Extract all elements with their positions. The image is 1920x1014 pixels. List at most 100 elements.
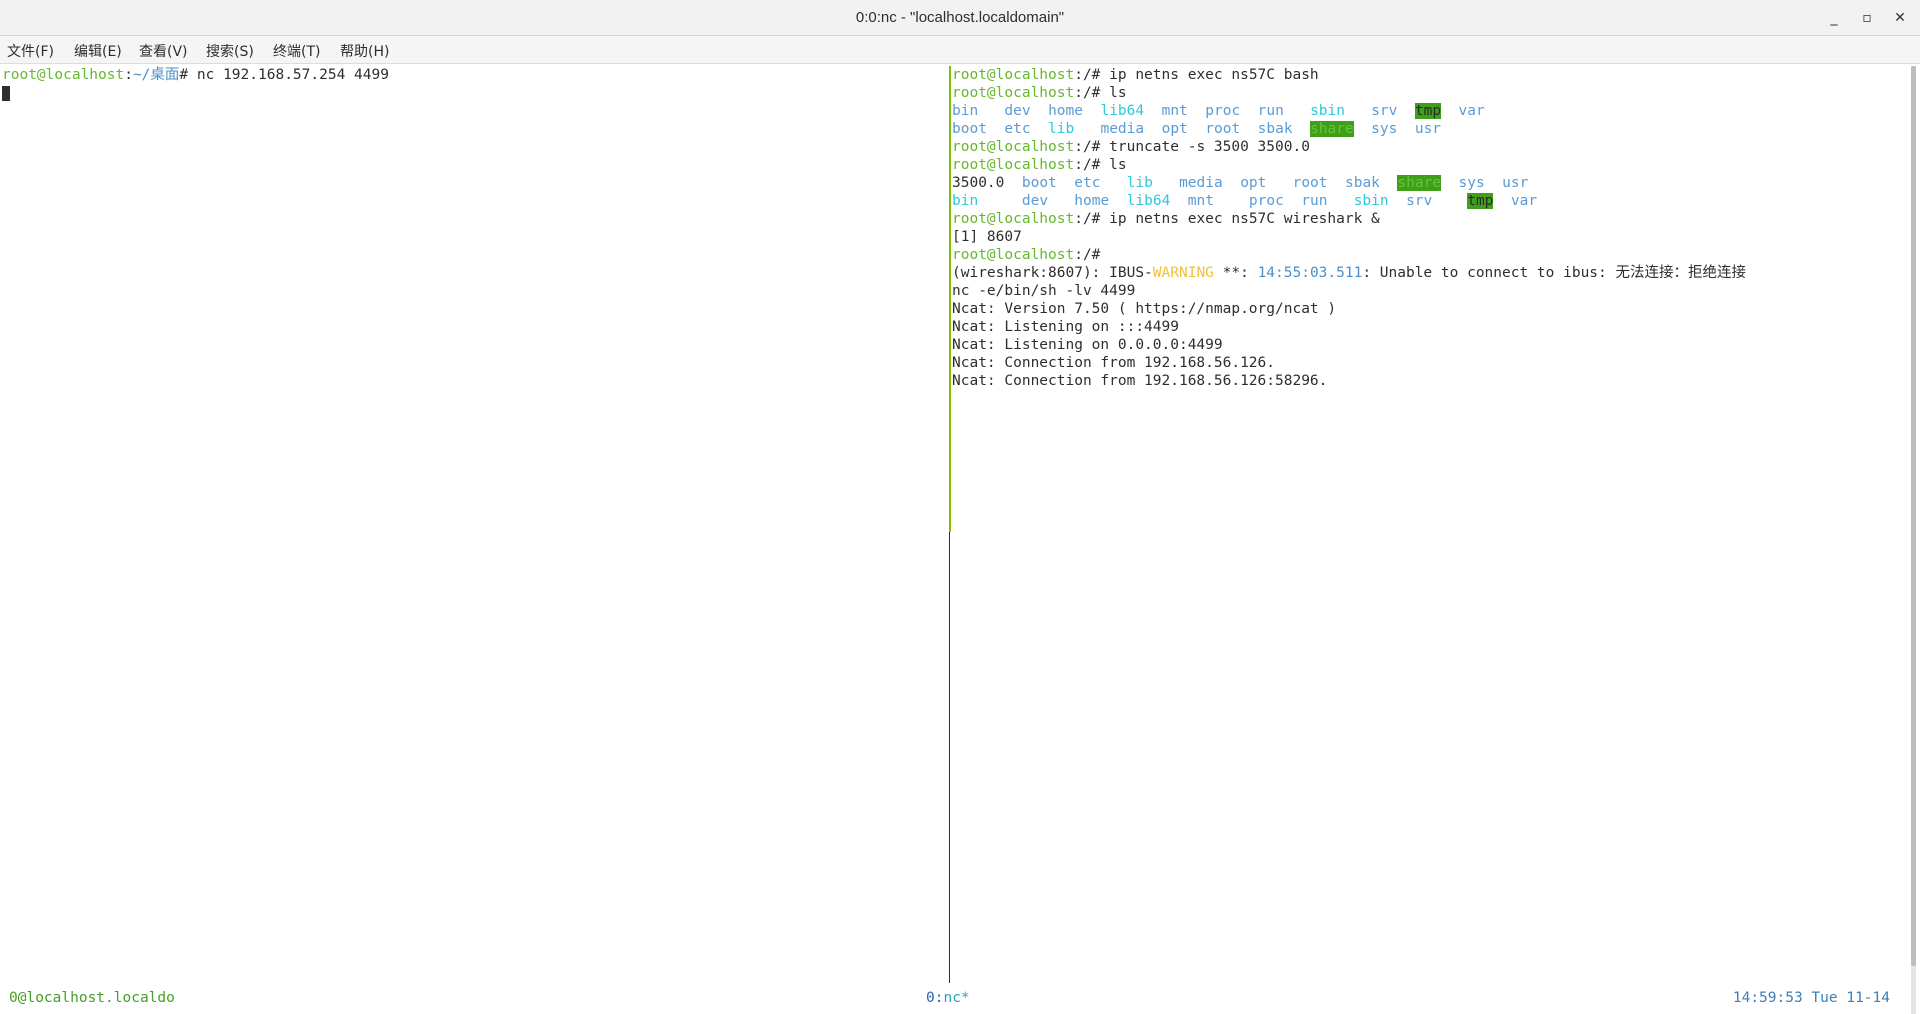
prompt-path: :/#	[1074, 139, 1110, 155]
ls-output-line: 3500.0 boot etc lib media opt root sbak …	[952, 174, 1528, 192]
dir-entry: etc	[1074, 175, 1101, 191]
job-line: [1] 8607	[952, 229, 1022, 245]
dir-entry: sbak	[1257, 121, 1293, 137]
dir-entry: lib	[1126, 175, 1153, 191]
dir-entry: boot	[1021, 175, 1057, 191]
menu-file[interactable]: 文件(F)	[7, 41, 54, 61]
menu-view[interactable]: 查看(V)	[139, 41, 188, 61]
dir-entry: sbak	[1344, 175, 1380, 191]
dir-entry: bin	[952, 193, 979, 209]
command-text: truncate -s 3500 3500.0	[1109, 139, 1310, 155]
dir-entry: sys	[1458, 175, 1485, 191]
command-text: ls	[1109, 85, 1127, 101]
warning-line: (wireshark:8607): IBUS-WARNING **: 14:55…	[952, 264, 1746, 282]
prompt-user: root@localhost	[952, 85, 1075, 101]
dir-entry: etc	[1004, 121, 1031, 137]
ncat-output-line: Ncat: Connection from 192.168.56.126.	[952, 355, 1276, 371]
close-icon[interactable]: ✕	[1888, 7, 1912, 29]
dir-entry: mnt	[1161, 103, 1188, 119]
dir-entry-highlighted: share	[1310, 121, 1354, 137]
file-entry: 3500.0	[952, 175, 1005, 191]
dir-entry: sbin	[1310, 103, 1345, 119]
prompt-path: ~/桌面	[132, 67, 180, 83]
dir-entry: run	[1257, 103, 1284, 119]
ncat-output-line: Ncat: Listening on 0.0.0.0:4499	[952, 337, 1223, 353]
terminal-cursor	[2, 85, 10, 101]
prompt-path: :/#	[1074, 247, 1110, 263]
ncat-output-line: Ncat: Version 7.50 ( https://nmap.org/nc…	[952, 301, 1337, 317]
terminal-line: root@localhost:/# ip netns exec ns57C ba…	[952, 66, 1319, 84]
right-terminal-pane[interactable]: root@localhost:/# ip netns exec ns57C ba…	[950, 66, 1910, 980]
dir-entry: sbin	[1353, 193, 1389, 209]
ls-output-line: bin dev home lib64 mnt proc run sbin srv…	[952, 102, 1485, 120]
menu-edit[interactable]: 编辑(E)	[74, 41, 122, 61]
prompt-user: root@localhost	[952, 67, 1075, 83]
ncat-output-line: Ncat: Listening on :::4499	[952, 319, 1179, 335]
dir-entry: root	[1205, 121, 1241, 137]
prompt-end: #	[179, 67, 197, 83]
dir-entry-highlighted: tmp	[1467, 193, 1494, 209]
left-terminal-pane[interactable]: root@localhost:~/桌面# nc 192.168.57.254 4…	[0, 66, 948, 980]
dir-entry: run	[1301, 193, 1328, 209]
menu-help[interactable]: 帮助(H)	[340, 41, 389, 61]
status-session: 0@localhost.localdo	[9, 990, 175, 1006]
terminal-line: root@localhost:/# ls	[952, 156, 1127, 174]
prompt-path: :/#	[1074, 67, 1110, 83]
command-text: ip netns exec ns57C wireshark &	[1109, 211, 1380, 227]
command-text: ls	[1109, 157, 1127, 173]
prompt-path: :/#	[1074, 211, 1110, 227]
dir-entry: sys	[1371, 121, 1398, 137]
warning-message: : Unable to connect to ibus: 无法连接：拒绝连接	[1362, 265, 1746, 281]
prompt-sep: :	[124, 67, 133, 83]
dir-entry: root	[1292, 175, 1328, 191]
dir-entry: bin	[952, 103, 979, 119]
maximize-icon[interactable]: ▫	[1855, 7, 1879, 29]
ncat-output-line: Ncat: Connection from 192.168.56.126:582…	[952, 373, 1328, 389]
command-text: ip netns exec ns57C bash	[1109, 67, 1319, 83]
dir-entry: media	[1100, 121, 1145, 137]
scrollbar-thumb[interactable]	[1911, 66, 1916, 966]
cursor-line	[2, 84, 10, 102]
prompt-user: root@localhost	[952, 157, 1075, 173]
status-window-name: nc*	[943, 990, 970, 1006]
warning-label: WARNING	[1152, 265, 1214, 281]
terminal-line: root@localhost:/# ip netns exec ns57C wi…	[952, 210, 1380, 228]
dir-entry: dev	[1004, 103, 1031, 119]
dir-entry: mnt	[1187, 193, 1214, 209]
terminal-line: root@localhost:/# ls	[952, 84, 1127, 102]
prompt-path: :/#	[1074, 157, 1110, 173]
dir-entry: lib64	[1126, 193, 1171, 209]
left-command: nc 192.168.57.254 4499	[196, 67, 389, 83]
dir-entry-highlighted: share	[1397, 175, 1442, 191]
warning-stars: **:	[1213, 265, 1258, 281]
dir-entry: home	[1074, 193, 1110, 209]
menu-bar: 文件(F) 编辑(E) 查看(V) 搜索(S) 终端(T) 帮助(H)	[0, 36, 1920, 64]
prompt-user: root@localhost	[2, 67, 125, 83]
warning-time: 14:55:03.511	[1257, 265, 1363, 281]
dir-entry: srv	[1371, 103, 1398, 119]
prompt-user: root@localhost	[952, 139, 1075, 155]
status-window-list[interactable]: 0:nc*	[926, 988, 970, 1008]
prompt-path: :/#	[1074, 85, 1110, 101]
dir-entry: home	[1048, 103, 1083, 119]
dir-entry: lib64	[1100, 103, 1145, 119]
dir-entry: var	[1458, 103, 1485, 119]
dir-entry: srv	[1406, 193, 1433, 209]
left-prompt-line: root@localhost:~/桌面# nc 192.168.57.254 4…	[2, 66, 389, 84]
window-titlebar: 0:0:nc - "localhost.localdomain" _ ▫ ✕	[0, 0, 1920, 36]
prompt-user: root@localhost	[952, 211, 1075, 227]
window-title: 0:0:nc - "localhost.localdomain"	[855, 9, 1065, 26]
dir-entry: var	[1510, 193, 1538, 209]
ls-output-line: bin dev home lib64 mnt proc run sbin srv…	[952, 192, 1537, 210]
dir-entry: boot	[952, 121, 987, 137]
dir-entry: media	[1179, 175, 1223, 191]
menu-terminal[interactable]: 终端(T)	[273, 41, 320, 61]
dir-entry: opt	[1240, 175, 1267, 191]
dir-entry: proc	[1205, 103, 1241, 119]
terminal-line: root@localhost:/# truncate -s 3500 3500.…	[952, 138, 1310, 156]
dir-entry-highlighted: tmp	[1414, 103, 1442, 119]
status-window-index: 0:	[926, 990, 944, 1006]
minimize-icon[interactable]: _	[1822, 7, 1846, 29]
menu-search[interactable]: 搜索(S)	[206, 41, 254, 61]
warning-prefix: (wireshark:8607): IBUS-	[952, 265, 1153, 281]
